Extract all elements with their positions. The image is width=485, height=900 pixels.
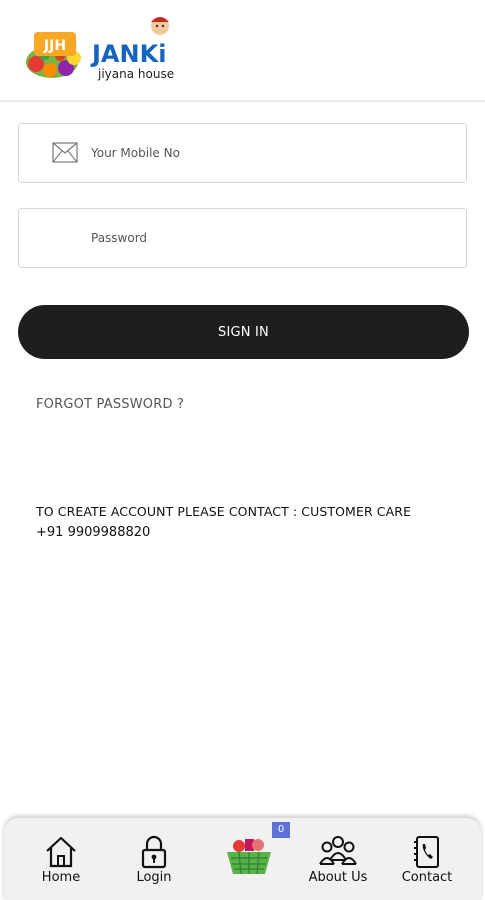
nav-home[interactable]: Home	[21, 818, 101, 900]
brand-logo[interactable]: JJH JANKi jiyana house	[22, 14, 192, 86]
lock-icon	[141, 835, 167, 869]
app-header: JJH JANKi jiyana house	[0, 0, 485, 102]
nav-login-label: Login	[136, 870, 172, 885]
basket-icon	[227, 839, 271, 875]
svg-text:JANKi: JANKi	[90, 40, 166, 68]
mobile-field[interactable]	[18, 123, 467, 183]
nav-login[interactable]: Login	[114, 818, 194, 900]
nav-contact-label: Contact	[401, 870, 453, 885]
customer-care-phone[interactable]: +91 9909988820	[36, 525, 150, 540]
home-icon	[46, 836, 76, 868]
svg-text:JJH: JJH	[43, 38, 66, 54]
sign-in-button[interactable]: SIGN IN	[18, 305, 469, 359]
mobile-input[interactable]	[91, 124, 451, 182]
bottom-nav: Home Login 0 About Us Contact	[4, 818, 481, 900]
svg-text:jiyana house: jiyana house	[97, 67, 174, 81]
nav-contact[interactable]: Contact	[387, 818, 467, 900]
nav-about-us[interactable]: About Us	[294, 818, 382, 900]
nav-about-label: About Us	[308, 870, 368, 885]
password-field[interactable]	[18, 208, 467, 268]
group-icon	[319, 836, 357, 865]
create-account-info: TO CREATE ACCOUNT PLEASE CONTACT : CUSTO…	[36, 504, 412, 519]
forgot-password-link[interactable]: FORGOT PASSWORD ?	[36, 397, 184, 412]
nav-home-label: Home	[41, 870, 81, 885]
phone-book-icon	[414, 836, 439, 868]
mail-icon	[52, 142, 78, 163]
nav-cart[interactable]: 0	[209, 818, 290, 900]
password-input[interactable]	[91, 209, 451, 267]
cart-count-badge: 0	[272, 822, 290, 838]
